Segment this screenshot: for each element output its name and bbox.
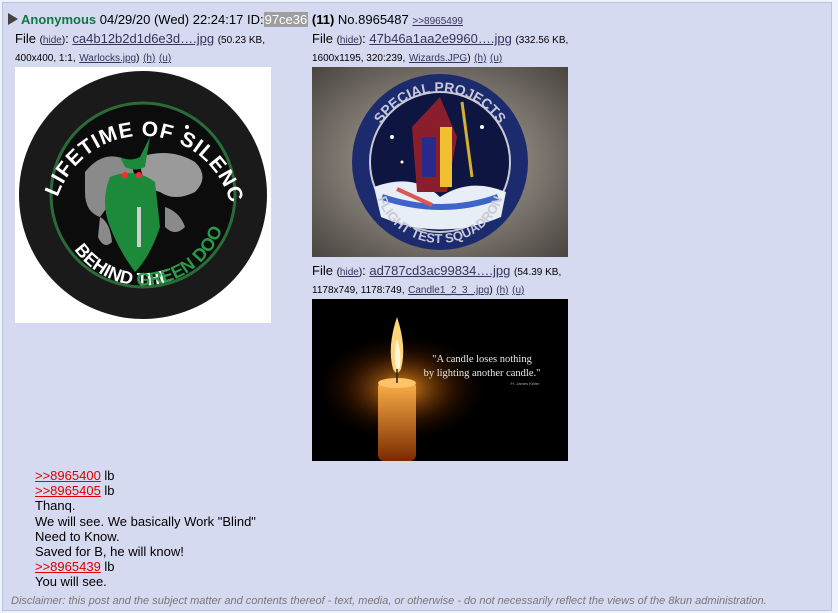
file-label: File	[15, 31, 36, 46]
file-name-link[interactable]: ca4b12b2d1d6e3d….jpg	[72, 31, 214, 46]
post-container: Anonymous 04/29/20 (Wed) 22:24:17 ID:97c…	[2, 2, 832, 611]
file-info-2: File (hide): 47b46a1aa2e9960….jpg (332.5…	[312, 31, 569, 64]
h-link[interactable]: (h)	[474, 53, 486, 64]
body-line: >>8965400 lb	[35, 468, 115, 483]
u-link[interactable]: (u)	[490, 53, 502, 64]
post-number-link[interactable]: No.8965487	[338, 12, 409, 27]
file-name-link[interactable]: 47b46a1aa2e9960….jpg	[369, 31, 511, 46]
hide-link[interactable]: hide	[43, 35, 62, 46]
poster-name: Anonymous	[21, 12, 97, 27]
file-size: (50.23 KB,	[217, 35, 265, 46]
file-size: (54.39 KB,	[513, 267, 562, 278]
backlink[interactable]: >>8965499	[412, 16, 463, 27]
file-info-3: File (hide): ad787cd3ac99834….jpg (54.39…	[312, 263, 562, 296]
post-menu-triangle-icon[interactable]	[8, 13, 18, 25]
file-label: File	[312, 263, 333, 278]
file-dims: 1178x749, 1178:749,	[312, 285, 405, 296]
file-dims: 400x400, 1:1,	[15, 53, 76, 64]
body-line: >>8965405 lb	[35, 483, 115, 499]
u-link[interactable]: (u)	[512, 285, 524, 296]
file-thumbnail-candle[interactable]: "A candle loses nothing by lighting anot…	[312, 299, 568, 461]
original-filename-link[interactable]: Candle1_2_3_.jpg	[408, 285, 489, 296]
hide-link[interactable]: hide	[340, 35, 359, 46]
hide-link[interactable]: hide	[340, 267, 359, 278]
file-info-1: File (hide): ca4b12b2d1d6e3d….jpg (50.23…	[15, 31, 265, 64]
file-label: File	[312, 31, 333, 46]
u-link[interactable]: (u)	[159, 53, 171, 64]
quote-link[interactable]: >>8965400	[35, 468, 101, 483]
original-filename-link[interactable]: Warlocks.jpg	[79, 53, 136, 64]
body-line: Saved for B, he will know!	[35, 544, 184, 560]
candle-quote-line2: by lighting another candle."	[424, 368, 541, 379]
file-thumbnail-wizards[interactable]: SPECIAL PROJECTS FLIGHT TEST SQUADRON	[312, 67, 568, 257]
poster-id[interactable]: 97ce36	[263, 12, 309, 27]
h-link[interactable]: (h)	[143, 53, 155, 64]
file-dims: 1600x1195, 320:239,	[312, 53, 406, 64]
post-header: Anonymous 04/29/20 (Wed) 22:24:17 ID:97c…	[8, 12, 463, 27]
disclaimer: Disclaimer: this post and the subject ma…	[11, 595, 767, 607]
candle-quote-line1: "A candle loses nothing	[432, 354, 532, 365]
file-name-link[interactable]: ad787cd3ac99834….jpg	[369, 263, 510, 278]
quote-link[interactable]: >>8965439	[35, 559, 101, 574]
id-label: ID:	[246, 12, 264, 27]
file-thumbnail-warlocks[interactable]: A LIFETIME OF SILENCE BEHIND THE GREEN D…	[15, 67, 271, 323]
body-line: >>8965439 lb	[35, 559, 115, 575]
original-filename-link[interactable]: Wizards.JPG	[409, 53, 467, 64]
body-line: You will see.	[35, 574, 107, 590]
h-link[interactable]: (h)	[496, 285, 508, 296]
file-size: (332.56 KB,	[515, 35, 569, 46]
body-line: Need to Know.	[35, 528, 120, 544]
body-line: We will see. We basically Work "Blind"	[35, 513, 256, 529]
post-body: >>8965400 lb >>8965405 lb Thanq. We will…	[35, 468, 256, 590]
quote-link[interactable]: >>8965405	[35, 483, 101, 498]
candle-quote-author: Fr. James Keller	[511, 381, 541, 386]
post-datetime: 04/29/20 (Wed) 22:24:17	[99, 12, 244, 27]
body-line: Thanq.	[35, 498, 76, 514]
id-post-count: (11)	[311, 12, 335, 27]
